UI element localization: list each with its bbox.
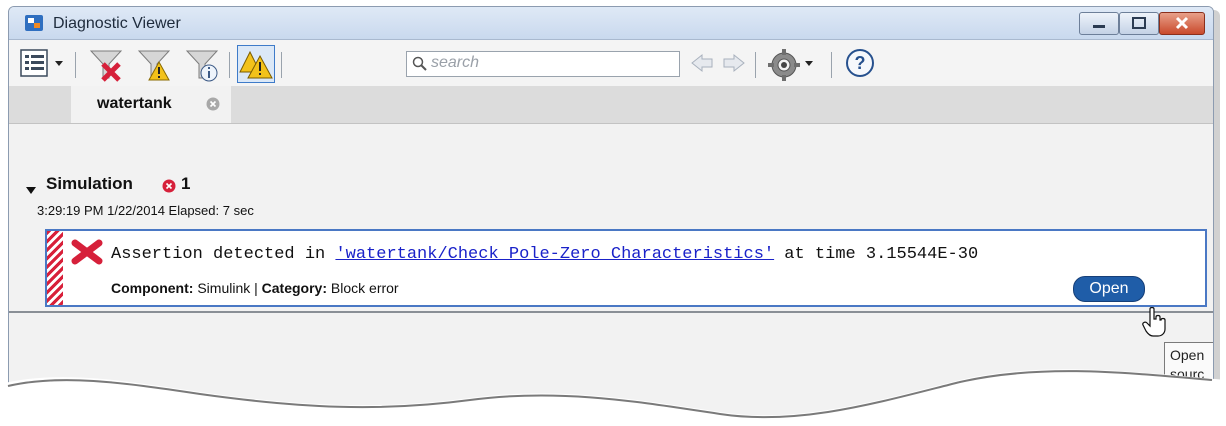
close-tab-icon[interactable] xyxy=(206,97,220,111)
minimize-button[interactable] xyxy=(1079,12,1119,35)
hand-cursor-icon xyxy=(1142,307,1166,337)
dropdown-arrow-icon[interactable] xyxy=(53,48,65,78)
minimize-icon xyxy=(1093,25,1105,28)
category-value: Block error xyxy=(327,280,399,296)
tab-label: watertank xyxy=(97,95,172,112)
list-view-icon[interactable] xyxy=(19,48,49,78)
settings-gear-icon[interactable] xyxy=(767,48,801,82)
toolbar-separator xyxy=(229,52,230,78)
title-bar: Diagnostic Viewer xyxy=(9,7,1213,40)
error-severity-stripe xyxy=(47,231,63,305)
close-window-button[interactable] xyxy=(1159,12,1205,35)
component-label: Component: xyxy=(111,280,194,296)
toolbar-separator xyxy=(75,52,76,78)
torn-edge xyxy=(0,369,1226,426)
toolbar-separator xyxy=(831,52,832,78)
svg-text:?: ? xyxy=(855,53,866,73)
collapse-caret-icon[interactable] xyxy=(25,186,37,196)
group-warnings-button[interactable] xyxy=(237,45,275,83)
toolbar-separator xyxy=(755,52,756,78)
group-warnings-icon xyxy=(239,50,273,79)
filter-info-icon[interactable] xyxy=(185,48,219,82)
message-meta: Component: Simulink | Category: Block er… xyxy=(111,280,399,296)
toolbar-separator xyxy=(281,52,282,78)
search-input[interactable] xyxy=(431,54,671,72)
filter-errors-icon[interactable] xyxy=(89,48,123,82)
maximize-button[interactable] xyxy=(1119,12,1159,35)
error-icon xyxy=(71,239,103,265)
window-title: Diagnostic Viewer xyxy=(53,15,181,32)
maximize-icon xyxy=(1132,17,1146,29)
back-arrow-icon[interactable] xyxy=(689,48,715,78)
toolbar: ? xyxy=(9,40,1213,86)
open-button[interactable]: Open xyxy=(1073,276,1145,302)
error-count: 1 xyxy=(181,174,191,193)
error-count-icon xyxy=(162,179,176,193)
diagnostic-message[interactable]: Assertion detected in 'watertank/Check P… xyxy=(45,229,1207,307)
tab-watertank[interactable]: watertank xyxy=(71,86,231,123)
search-box[interactable] xyxy=(406,51,680,77)
search-icon xyxy=(412,56,427,71)
app-icon xyxy=(25,15,43,31)
dropdown-arrow-icon[interactable] xyxy=(803,48,815,78)
forward-arrow-icon[interactable] xyxy=(721,48,747,78)
section-divider xyxy=(9,311,1213,313)
close-icon xyxy=(1175,16,1189,30)
section-timestamp: 3:29:19 PM 1/22/2014 Elapsed: 7 sec xyxy=(37,203,254,218)
component-value: Simulink | xyxy=(193,280,262,296)
block-link[interactable]: 'watertank/Check Pole-Zero Characteristi… xyxy=(335,245,774,264)
filter-warnings-icon[interactable] xyxy=(137,48,171,82)
tab-bar: watertank xyxy=(9,86,1213,124)
category-label: Category: xyxy=(261,280,328,296)
section-title[interactable]: Simulation xyxy=(46,174,133,194)
message-prefix: Assertion detected in xyxy=(111,245,336,264)
message-text: Assertion detected in 'watertank/Check P… xyxy=(111,245,978,264)
help-icon[interactable]: ? xyxy=(845,48,875,78)
message-suffix: at time 3.15544E-30 xyxy=(774,245,979,264)
